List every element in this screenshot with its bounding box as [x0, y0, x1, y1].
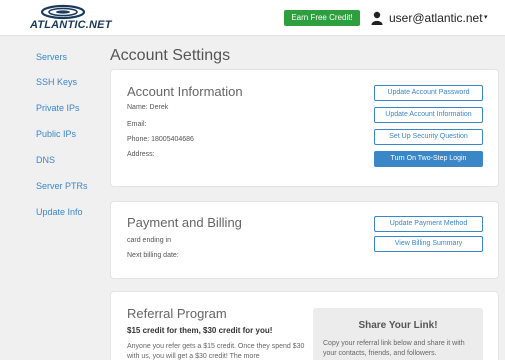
sidebar-item-update-info[interactable]: Update Info [36, 207, 83, 218]
view-billing-summary-button[interactable]: View Billing Summary [374, 236, 483, 252]
user-email[interactable]: user@atlantic.net [389, 11, 483, 25]
sidebar-item-dns[interactable]: DNS [36, 155, 55, 166]
update-payment-method-button[interactable]: Update Payment Method [374, 216, 483, 232]
logo-text: ATLANTIC.NET [30, 19, 112, 31]
set-up-security-question-button[interactable]: Set Up Security Question [374, 129, 483, 145]
earn-free-credit-button[interactable]: Earn Free Credit! [284, 10, 360, 26]
account-information-title: Account Information [127, 84, 243, 99]
sidebar-item-server-ptrs[interactable]: Server PTRs [36, 181, 88, 192]
referral-program-title: Referral Program [127, 306, 227, 321]
update-account-information-button[interactable]: Update Account Information [374, 107, 483, 123]
atlantic-logo[interactable]: ATLANTIC.NET [30, 4, 111, 32]
payment-billing-title: Payment and Billing [127, 215, 242, 230]
sidebar-item-servers[interactable]: Servers [36, 52, 67, 63]
page-title: Account Settings [110, 47, 231, 64]
chevron-down-icon[interactable]: ▾ [484, 14, 488, 22]
referral-subtitle: $15 credit for them, $30 credit for you! [127, 326, 273, 335]
sidebar-item-private-ips[interactable]: Private IPs [36, 103, 80, 114]
user-icon[interactable] [371, 11, 383, 25]
share-link-text: Copy your referral link below and share … [323, 340, 465, 357]
account-phone: Phone: 18005404686 [127, 136, 194, 143]
referral-program-card: Referral Program $15 credit for them, $3… [110, 291, 499, 360]
sidebar-item-ssh-keys[interactable]: SSH Keys [36, 77, 77, 88]
top-bar: ATLANTIC.NET Earn Free Credit! user@atla… [0, 0, 505, 36]
account-name: Name: Derek [127, 104, 169, 111]
account-address: Address: [127, 151, 155, 158]
sidebar-item-public-ips[interactable]: Public IPs [36, 129, 76, 140]
share-link-title: Share Your Link! [358, 320, 438, 331]
update-account-password-button[interactable]: Update Account Password [374, 85, 483, 101]
turn-on-two-step-login-button[interactable]: Turn On Two-Step Login [374, 151, 483, 167]
referral-description: Anyone you refer gets a $15 credit. Once… [127, 343, 305, 360]
account-email: Email: [127, 121, 147, 128]
account-information-card: Account Information Name: Derek Email: P… [110, 69, 499, 187]
next-billing-date: Next billing date: [127, 252, 179, 259]
card-ending: card ending in [127, 237, 171, 244]
logo-swirl-icon [40, 4, 86, 20]
share-link-box: Share Your Link! Copy your referral link… [313, 308, 483, 360]
payment-billing-card: Payment and Billing card ending in Next … [110, 201, 499, 279]
